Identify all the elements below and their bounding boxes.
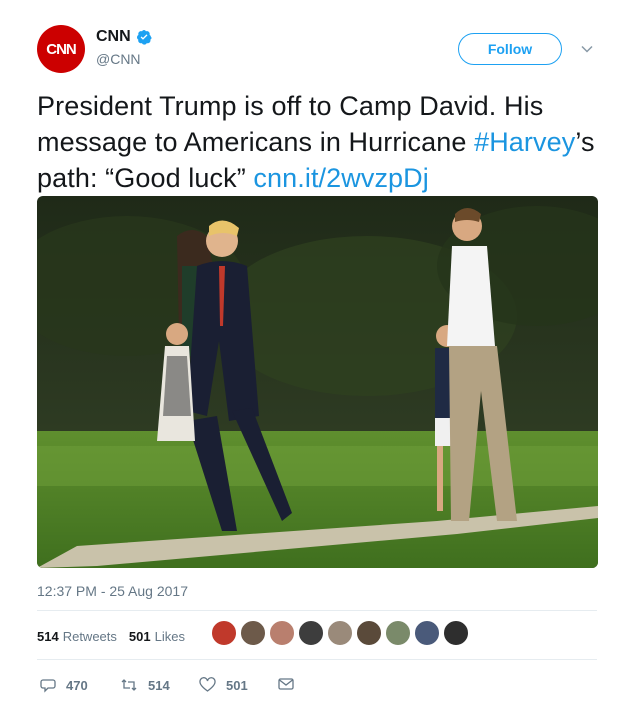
likes-stat-label: Likes xyxy=(154,629,185,644)
retweets-stat-count: 514 xyxy=(37,629,59,644)
liker-avatar[interactable] xyxy=(327,620,353,646)
liker-avatar[interactable] xyxy=(414,620,440,646)
retweets-stat-label: Retweets xyxy=(62,629,117,644)
likes-stat-count: 501 xyxy=(128,629,151,644)
retweet-count: 514 xyxy=(148,677,170,693)
divider xyxy=(37,610,597,611)
avatar-logo-text: CNN xyxy=(46,40,76,58)
divider xyxy=(37,659,597,660)
retweets-stat[interactable]: 514 Retweets xyxy=(37,629,117,644)
tweet-text: President Trump is off to Camp David. Hi… xyxy=(37,88,602,196)
liker-avatars xyxy=(211,620,472,646)
liker-avatar[interactable] xyxy=(443,620,469,646)
verified-badge-icon xyxy=(136,30,152,45)
liker-avatar[interactable] xyxy=(356,620,382,646)
account-handle[interactable]: @CNN xyxy=(96,51,141,67)
account-name[interactable]: CNN xyxy=(96,28,152,46)
retweet-button[interactable]: 514 xyxy=(120,677,170,693)
liker-avatar[interactable] xyxy=(240,620,266,646)
heart-icon xyxy=(199,677,216,692)
like-count: 501 xyxy=(226,677,248,693)
account-name-text[interactable]: CNN xyxy=(96,28,131,46)
likes-stat[interactable]: 501 Likes xyxy=(129,629,185,644)
reply-button[interactable]: 470 xyxy=(40,677,88,693)
envelope-icon xyxy=(278,678,294,690)
tweet-text-part1: President Trump is off to Camp David. Hi… xyxy=(37,91,544,157)
direct-message-button[interactable] xyxy=(278,677,304,691)
follow-button[interactable]: Follow xyxy=(458,33,562,65)
like-button[interactable]: 501 xyxy=(199,677,248,693)
url-link[interactable]: cnn.it/2wvzpDj xyxy=(253,163,428,193)
avatar[interactable]: CNN xyxy=(37,25,85,73)
reply-count: 470 xyxy=(66,677,88,693)
liker-avatar[interactable] xyxy=(269,620,295,646)
tweet-photo[interactable] xyxy=(37,196,598,568)
tweet-timestamp[interactable]: 12:37 PM - 25 Aug 2017 xyxy=(37,583,188,599)
tweet-stats: 514 Retweets 501 Likes xyxy=(37,629,197,644)
liker-avatar[interactable] xyxy=(298,620,324,646)
liker-avatar[interactable] xyxy=(385,620,411,646)
liker-avatar[interactable] xyxy=(211,620,237,646)
chevron-down-icon[interactable] xyxy=(580,42,594,56)
hashtag-link[interactable]: #Harvey xyxy=(474,127,575,157)
reply-icon xyxy=(40,679,56,693)
retweet-icon xyxy=(121,679,137,691)
